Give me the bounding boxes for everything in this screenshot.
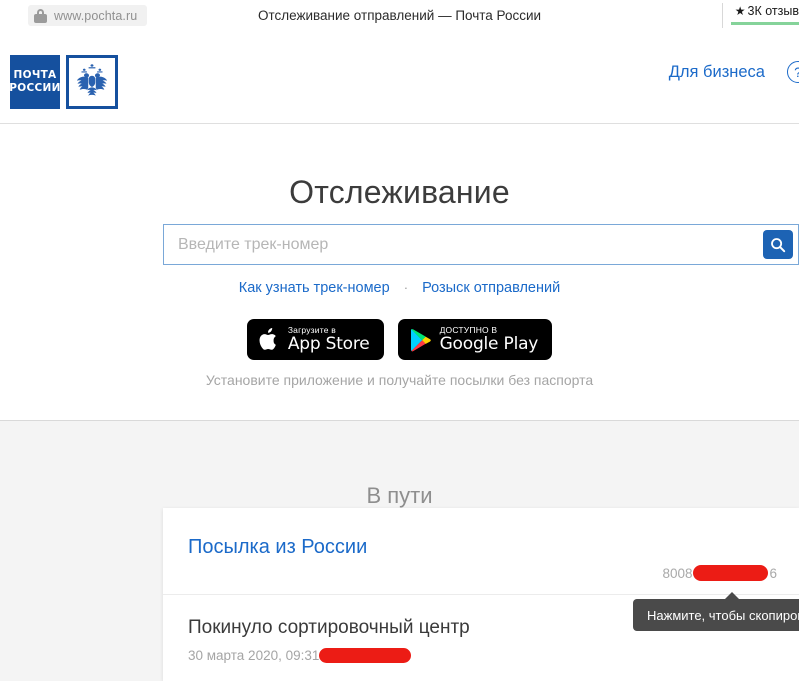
app-store-badge-text: Загрузите в App Store (288, 326, 370, 354)
browser-toolbar: Отслеживание отправлений — Почта России … (0, 0, 799, 32)
app-store-badge[interactable]: Загрузите в App Store (246, 319, 384, 360)
business-link[interactable]: Для бизнеса (669, 63, 765, 82)
app-store-badge-top: Загрузите в (287, 324, 336, 335)
address-bar[interactable]: www.pochta.ru (28, 5, 148, 26)
lock-icon (34, 8, 47, 23)
parcel-card[interactable]: Посылка из России 8008 6 Покинуло сортиро… (163, 508, 799, 681)
google-play-badge-top: ДОСТУПНО В (439, 324, 498, 335)
tracking-number-prefix: 8008 (662, 566, 693, 581)
google-play-badge-bottom: Google Play (439, 334, 539, 355)
section-heading: В пути (366, 483, 433, 509)
star-icon: ★ (734, 4, 746, 18)
help-question-icon[interactable]: ? (787, 61, 799, 83)
status-date-text: 30 марта 2020, 09:31 (188, 648, 320, 663)
double-headed-eagle-icon (66, 55, 118, 109)
app-store-badge-bottom: App Store (287, 334, 370, 355)
google-play-badge-text: ДОСТУПНО В Google Play (440, 326, 539, 354)
logo-line-2: РОССИИ (9, 82, 61, 94)
logo-wordmark: ПОЧТА РОССИИ (9, 55, 61, 109)
google-play-badge[interactable]: ДОСТУПНО В Google Play (397, 319, 553, 360)
how-to-find-track-link[interactable]: Как узнать трек-номер (239, 280, 390, 296)
search-input[interactable] (164, 225, 763, 264)
parcel-title[interactable]: Посылка из России (188, 536, 367, 559)
google-play-icon (410, 328, 431, 351)
parcel-card-header: Посылка из России 8008 6 (163, 508, 799, 595)
parcel-search-link[interactable]: Розыск отправлений (422, 280, 560, 296)
app-promo-caption: Установите приложение и получайте посылк… (205, 372, 594, 388)
search-button[interactable] (763, 230, 793, 259)
status-date-redaction (319, 647, 412, 663)
page-title: Отслеживание (289, 174, 510, 211)
tracking-search-box[interactable] (163, 224, 799, 265)
store-badges: Загрузите в App Store ДОСТУПНО В Google … (0, 319, 799, 360)
url-text: www.pochta.ru (54, 8, 138, 23)
header-nav: Для бизнеса ? (669, 61, 799, 83)
logo-line-1: ПОЧТА (13, 69, 57, 81)
site-logo[interactable]: ПОЧТА РОССИИ (9, 55, 118, 109)
link-separator: · (403, 280, 409, 295)
review-badge-underline (731, 22, 799, 25)
copy-tooltip-label: Нажмите, чтобы скопировать (647, 607, 799, 623)
status-date: 30 марта 2020, 09:31 (188, 647, 799, 664)
apple-icon (259, 328, 276, 350)
copy-tooltip: Нажмите, чтобы скопировать (633, 599, 799, 631)
in-transit-section: В пути Посылка из России 8008 6 Покинуло … (0, 420, 799, 681)
tooltip-arrow (724, 592, 740, 600)
tracking-number[interactable]: 8008 6 (662, 565, 777, 582)
site-header: ПОЧТА РОССИИ Для бизнеса (0, 31, 799, 124)
tracking-number-suffix: 6 (769, 566, 777, 581)
hero-links: Как узнать трек-номер · Розыск отправлен… (0, 280, 799, 296)
review-badge-label: 3К отзыв (747, 4, 799, 18)
tracking-hero: Отслеживание Как узнать трек-номер · Роз… (0, 124, 799, 420)
tracking-number-redaction (693, 565, 769, 582)
